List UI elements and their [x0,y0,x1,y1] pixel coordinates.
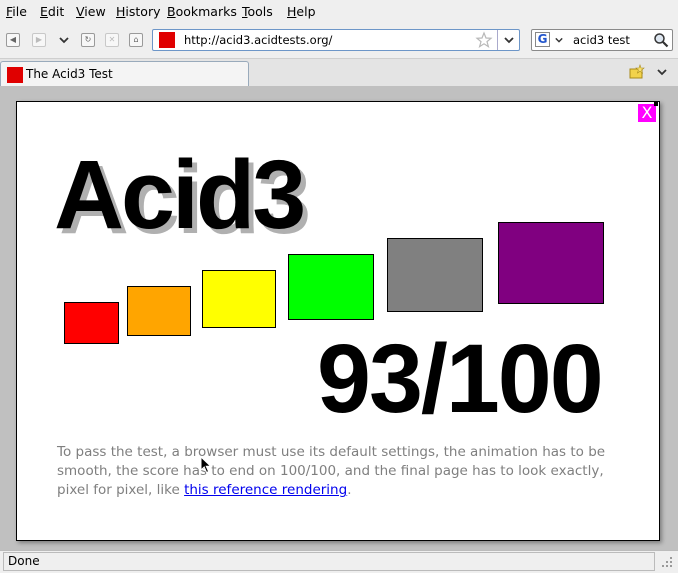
back-button[interactable]: ◀ [6,33,20,47]
bookmark-folder-icon[interactable] [628,64,646,80]
status-bar: Done [0,550,678,573]
test-bucket-4 [288,254,374,320]
tab-acid3[interactable]: The Acid3 Test [0,61,249,87]
menu-edit[interactable]: Edit [40,4,64,19]
menu-bar: File Edit View History Bookmarks Tools H… [0,0,678,24]
navigation-toolbar: ◀ ▶ ↻ ✕ ⌂ http://acid3.acidtests.org/ G … [0,24,678,58]
test-bucket-3 [202,270,276,328]
resize-grip-icon[interactable] [660,555,674,569]
url-text[interactable]: http://acid3.acidtests.org/ [184,33,332,47]
menu-history[interactable]: History [116,4,160,19]
score-display: 93/100 [317,324,604,433]
content-viewport: X Acid3 93/100 To pass the test, a brows… [0,86,678,550]
search-input[interactable]: acid3 test [573,33,630,47]
test-bucket-2 [127,286,191,336]
status-text: Done [3,552,655,571]
engine-dropdown-icon[interactable] [554,36,564,44]
menu-tools[interactable]: Tools [242,4,273,19]
menu-file[interactable]: File [6,4,27,19]
mouse-cursor-icon [200,456,212,474]
search-icon[interactable] [653,32,669,48]
url-dropdown-button[interactable] [497,30,520,50]
url-bar[interactable]: http://acid3.acidtests.org/ [152,29,520,51]
tab-bar: The Acid3 Test [0,58,678,87]
test-bucket-5 [387,238,483,312]
test-bucket-6 [498,222,604,304]
search-bar[interactable]: G acid3 test [531,29,673,51]
tab-title: The Acid3 Test [26,67,113,81]
page-title: Acid3 [54,140,306,249]
forward-button[interactable]: ▶ [32,33,46,47]
instructions-end: . [347,482,352,498]
search-engine-icon[interactable]: G [535,32,550,47]
tab-favicon-icon [7,67,23,83]
close-box[interactable]: X [638,102,658,122]
test-bucket-1 [64,302,119,344]
menu-bookmarks[interactable]: Bookmarks [167,4,237,19]
pass-instructions: To pass the test, a browser must use its… [57,443,627,500]
history-dropdown-icon[interactable] [58,35,70,45]
reload-button[interactable]: ↻ [81,33,95,47]
stop-button[interactable]: ✕ [105,33,119,47]
bookmark-star-icon[interactable] [475,31,493,49]
acid3-test-page: X Acid3 93/100 To pass the test, a brows… [16,101,660,541]
chevron-down-icon [504,37,514,44]
reference-rendering-link[interactable]: this reference rendering [184,482,347,498]
site-favicon-icon [159,32,175,48]
menu-view[interactable]: View [76,4,106,19]
menu-help[interactable]: Help [287,4,316,19]
tab-list-dropdown-icon[interactable] [656,67,668,77]
home-button[interactable]: ⌂ [129,33,143,47]
